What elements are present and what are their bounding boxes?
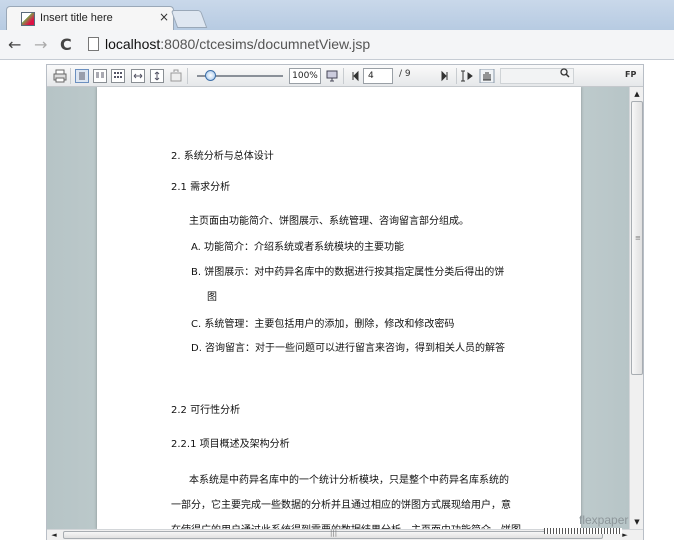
flexpaper-logo[interactable]: FP: [625, 70, 636, 79]
grip-icon: ≡: [635, 234, 641, 242]
page-number-input[interactable]: 4: [363, 68, 393, 84]
paragraph-line: 在使得广的用户通过此系统得到需要的数据结果分析，主页面由功能简介、饼图: [171, 521, 521, 529]
browser-tab[interactable]: Insert title here ×: [6, 6, 174, 30]
next-page-icon[interactable]: [439, 69, 453, 83]
paragraph-line: 主页面由功能简介、饼图展示、系统管理、咨询留言部分组成。: [189, 216, 469, 227]
two-page-icon[interactable]: [93, 69, 107, 83]
scroll-left-icon[interactable]: ◄: [48, 530, 60, 540]
single-page-icon[interactable]: [75, 69, 89, 83]
subsection-heading: 2.2 可行性分析: [171, 405, 241, 416]
viewer-toolbar: 100% 4 / 9 FP: [47, 65, 643, 87]
list-item: C. 系统管理：主要包括用户的添加，删除，修改和修改密码: [191, 319, 455, 330]
fit-width-icon[interactable]: [131, 69, 145, 83]
list-item-continued: 图: [207, 292, 217, 303]
back-button[interactable]: ←: [8, 35, 21, 54]
zoom-value[interactable]: 100%: [289, 68, 321, 84]
scroll-up-icon[interactable]: ▲: [631, 88, 643, 100]
scroll-down-icon[interactable]: ▼: [631, 516, 643, 528]
document-area[interactable]: 2. 系统分析与总体设计 2.1 需求分析 主页面由功能简介、饼图展示、系统管理…: [47, 87, 629, 529]
document-viewer: 100% 4 / 9 FP 2. 系统分析与总体设计 2.1 需求分析 主页面由…: [46, 64, 644, 540]
text-select-icon[interactable]: [459, 69, 475, 83]
close-tab-icon[interactable]: ×: [159, 10, 169, 24]
paragraph-line: 本系统是中药异名库中的一个统计分析模块，只是整个中药异名库系统的: [189, 475, 509, 486]
favicon-icon: [21, 12, 35, 26]
horizontal-scroll-thumb[interactable]: |||: [63, 529, 603, 539]
new-tab-button[interactable]: [170, 10, 208, 28]
vertical-scrollbar[interactable]: ▲ ≡ ▼: [629, 87, 643, 529]
zoom-slider-thumb[interactable]: [205, 70, 216, 81]
tab-strip: Insert title here ×: [0, 0, 674, 30]
page-ruler-ticks: [544, 528, 622, 534]
url-path: :8080/ctcesims/documnetView.jsp: [160, 36, 371, 52]
print-icon[interactable]: [53, 69, 67, 83]
fullscreen-icon[interactable]: [169, 69, 183, 83]
forward-button[interactable]: →: [34, 35, 47, 54]
grip-icon: |||: [330, 529, 338, 537]
vertical-scroll-thumb[interactable]: ≡: [631, 101, 643, 375]
page-icon: [88, 37, 99, 51]
address-bar[interactable]: localhost:8080/ctcesims/documnetView.jsp: [105, 36, 370, 52]
prev-page-icon[interactable]: [347, 69, 361, 83]
document-page: 2. 系统分析与总体设计 2.1 需求分析 主页面由功能简介、饼图展示、系统管理…: [97, 87, 581, 529]
search-icon[interactable]: [560, 68, 570, 81]
reload-button[interactable]: C: [60, 35, 72, 54]
subsection-heading: 2.2.1 项目概述及架构分析: [171, 439, 290, 450]
page-total: / 9: [399, 69, 411, 79]
thumbnails-icon[interactable]: [111, 69, 125, 83]
tab-title: Insert title here: [40, 12, 113, 24]
navigation-bar: ← → C localhost:8080/ctcesims/documnetVi…: [0, 30, 674, 60]
toolbar-separator: [70, 68, 71, 84]
screen-icon[interactable]: [325, 69, 339, 83]
toolbar-separator: [456, 68, 457, 84]
toolbar-separator: [187, 68, 188, 84]
list-item: B. 饼图展示：对中药异名库中的数据进行按其指定属性分类后得出的饼: [191, 267, 505, 278]
list-item: D. 咨询留言：对于一些问题可以进行留言来咨询，得到相关人员的解答: [191, 343, 506, 354]
paragraph-line: 一部分，它主要完成一些数据的分析并且通过相应的饼图方式展现给用户，意: [171, 500, 511, 511]
fit-page-icon[interactable]: [150, 69, 164, 83]
flexpaper-watermark: flexpaper: [579, 513, 629, 527]
list-item: A. 功能简介：介绍系统或者系统模块的主要功能: [191, 242, 405, 253]
toolbar-separator: [343, 68, 344, 84]
url-host: localhost: [105, 36, 161, 52]
section-heading: 2. 系统分析与总体设计: [171, 151, 274, 162]
subsection-heading: 2.1 需求分析: [171, 182, 231, 193]
hand-tool-icon[interactable]: [479, 68, 495, 84]
